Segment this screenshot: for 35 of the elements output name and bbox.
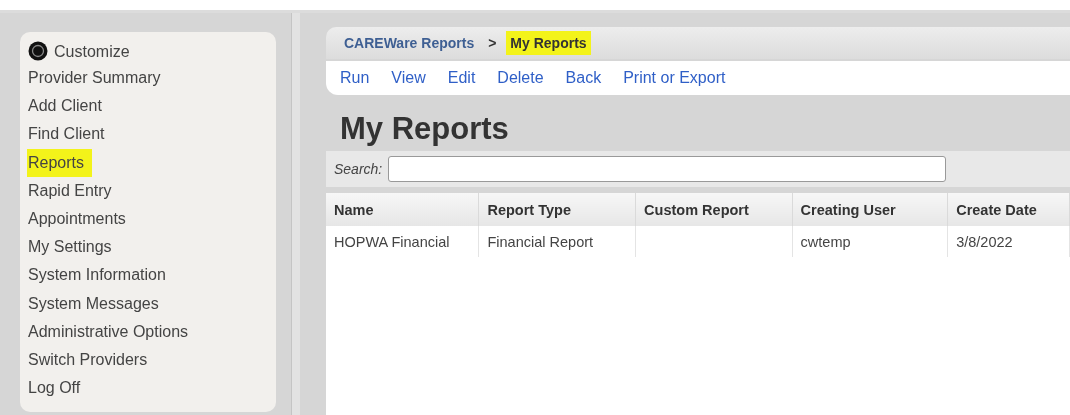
column-header[interactable]: Creating User (792, 193, 948, 226)
sidebar-item[interactable]: System Messages (27, 289, 167, 318)
gear-icon (28, 41, 48, 61)
toolbar-link[interactable]: Edit (447, 69, 476, 87)
column-header[interactable]: Create Date (947, 193, 1070, 226)
search-label: Search: (334, 161, 383, 177)
sidebar-item[interactable]: Switch Providers (27, 345, 156, 375)
breadcrumb-link[interactable]: CAREWare Reports (340, 31, 479, 55)
sidebar-item[interactable]: Reports (27, 148, 93, 177)
column-header[interactable]: Custom Report (635, 193, 793, 226)
toolbar-link[interactable]: Back (565, 69, 602, 87)
sidebar-item[interactable]: System Information (27, 261, 174, 290)
sidebar-item[interactable]: Customize (53, 38, 138, 67)
table-cell: HOPWA Financial (326, 226, 479, 257)
column-header[interactable]: Name (326, 193, 479, 226)
sidebar-item[interactable]: Administrative Options (27, 317, 197, 346)
table-cell: Financial Report (478, 226, 636, 257)
toolbar-link[interactable]: Delete (497, 69, 544, 87)
toolbar-link[interactable]: Print or Export (623, 69, 726, 87)
table-cell: 3/8/2022 (947, 226, 1070, 257)
sidebar-item[interactable]: Provider Summary (27, 64, 169, 93)
search-field[interactable] (388, 156, 947, 182)
breadcrumb-separator: > (487, 34, 498, 53)
column-header[interactable]: Report Type (478, 193, 636, 226)
sidebar-item[interactable]: Rapid Entry (27, 176, 120, 205)
sidebar-item[interactable]: Log Off (27, 374, 89, 403)
breadcrumb-link[interactable]: My Reports (506, 31, 591, 55)
sidebar-item[interactable]: Find Client (27, 120, 113, 149)
toolbar-link[interactable]: Run (340, 69, 370, 87)
page-title: My Reports (339, 110, 510, 147)
sidebar-item[interactable]: Add Client (27, 92, 110, 121)
toolbar-link[interactable]: View (391, 69, 426, 87)
table-cell: cwtemp (792, 226, 948, 257)
sidebar-item[interactable]: My Settings (27, 233, 120, 262)
sidebar-item[interactable]: Appointments (27, 204, 134, 234)
